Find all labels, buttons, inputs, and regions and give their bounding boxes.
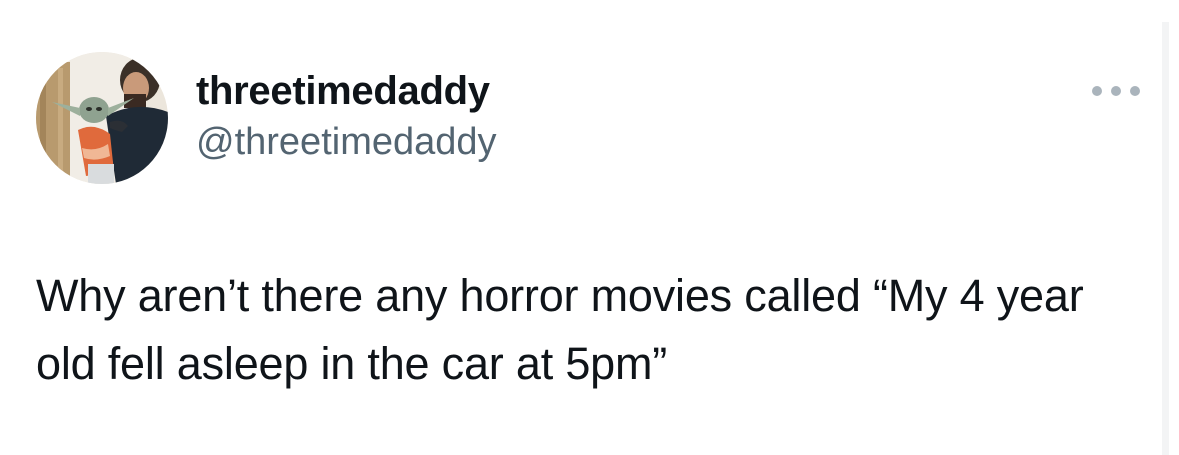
more-dot-3 (1130, 86, 1140, 96)
tweet-card: threetimedaddy @threetimedaddy Why aren’… (0, 0, 1162, 455)
more-options-icon[interactable] (1092, 80, 1140, 102)
more-dot-1 (1092, 86, 1102, 96)
author-display-name[interactable]: threetimedaddy (196, 66, 497, 116)
more-dot-2 (1111, 86, 1121, 96)
author-avatar[interactable] (36, 52, 168, 184)
author-info: threetimedaddy @threetimedaddy (196, 66, 497, 166)
author-handle[interactable]: @threetimedaddy (196, 118, 497, 166)
tweet-text: Why aren’t there any horror movies calle… (36, 270, 1084, 389)
scroll-divider (1162, 22, 1169, 455)
avatar-photo (36, 52, 168, 184)
